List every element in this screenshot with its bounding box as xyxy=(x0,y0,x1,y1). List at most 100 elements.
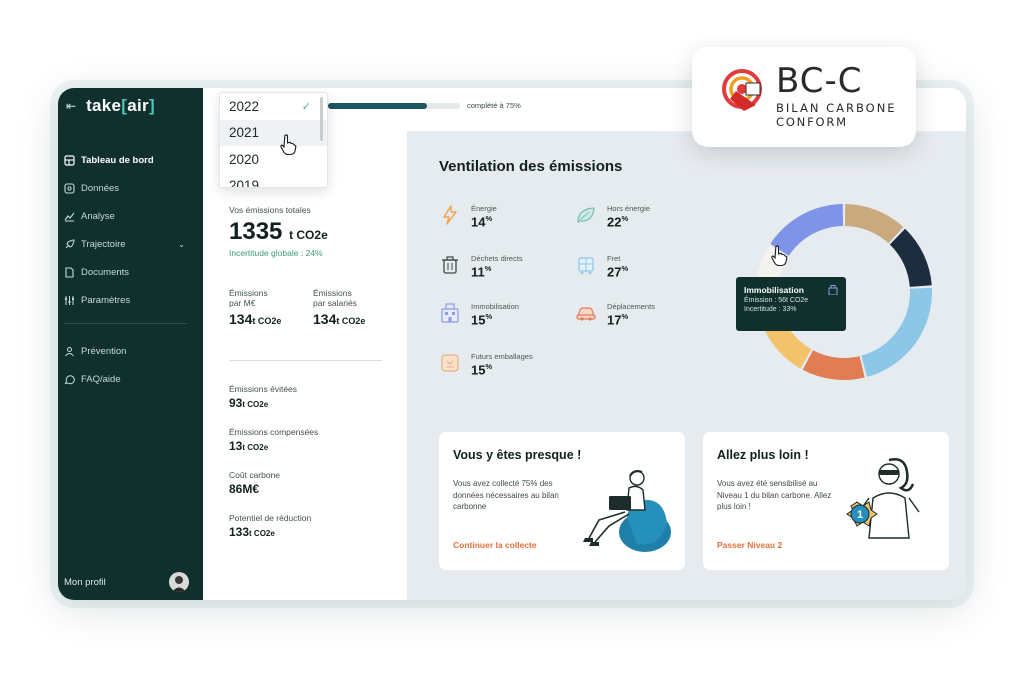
person-laptop-illustration xyxy=(583,470,671,552)
sidebar-item-faq[interactable]: FAQ/aide xyxy=(58,365,203,393)
continue-collection-link[interactable]: Continuer la collecte xyxy=(453,540,537,550)
sidebar-item-label: Tableau de bord xyxy=(81,154,154,166)
next-level-link[interactable]: Passer Niveau 2 xyxy=(717,540,782,550)
category-futurs-emballages[interactable]: Futurs emballages 15% xyxy=(439,352,569,377)
car-icon xyxy=(576,307,596,321)
donut-slice-d-chets-directs[interactable] xyxy=(889,228,932,287)
lightning-icon xyxy=(443,205,457,225)
tooltip-emission: Émission : 56t CO2e xyxy=(744,297,809,304)
avoided-emissions: Émissions évitées 93t CO2e xyxy=(229,384,298,410)
document-icon xyxy=(64,266,75,278)
building-icon xyxy=(441,303,459,323)
summary-column: 2022 ✓ 2021 2020 2019 Vos émissions tota… xyxy=(203,88,407,600)
year-option[interactable]: 2022 ✓ xyxy=(220,93,327,120)
divider xyxy=(229,360,382,361)
trash-icon xyxy=(442,256,458,274)
collection-progress-bar xyxy=(328,103,460,109)
sidebar-item-label: Paramètres xyxy=(81,294,131,306)
category-dechets[interactable]: Déchets directs 11% xyxy=(439,254,569,279)
sidebar-item-label: Prévention xyxy=(81,345,127,357)
dropdown-scrollbar[interactable] xyxy=(320,97,323,141)
avatar[interactable] xyxy=(169,572,189,592)
donut-slice-d-placements[interactable] xyxy=(802,350,865,380)
tooltip-title: Immobilisation xyxy=(744,285,804,295)
sidebar-item-donnees[interactable]: Données xyxy=(58,174,203,202)
offset-emissions: Émissions compensées 13t CO2e xyxy=(229,427,319,453)
emissions-per-employee: Émissions par salariés 134t CO2e xyxy=(313,288,366,327)
card-title: Allez plus loin ! xyxy=(717,448,809,462)
sidebar-nav: Tableau de bord Données Analyse Trajecto… xyxy=(58,146,203,393)
card-text: Vous avez collecté 75% des données néces… xyxy=(453,479,559,511)
logo: take[air] xyxy=(86,96,155,115)
category-fret[interactable]: Fret 27% xyxy=(575,254,705,279)
leaf-icon xyxy=(577,207,595,223)
freight-icon xyxy=(578,257,594,275)
card-collection: Vous y êtes presque ! Vous avez collecté… xyxy=(439,432,685,570)
tooltip-uncertainty: Incertitude : 33% xyxy=(744,306,797,313)
data-icon xyxy=(64,182,75,194)
progress-fill xyxy=(328,103,427,109)
sidebar-item-tableau-de-bord[interactable]: Tableau de bord xyxy=(58,146,203,174)
hand-cursor-icon xyxy=(771,245,788,267)
profile[interactable]: Mon profil xyxy=(64,572,189,592)
category-immobilisation[interactable]: Immobilisation 15% xyxy=(439,302,569,327)
certification-line2: CONFORM xyxy=(776,115,848,129)
card-text: Vous avez été sensibilisé au Niveau 1 du… xyxy=(717,479,832,511)
card-level: Allez plus loin ! Vous avez été sensibil… xyxy=(703,432,949,570)
sidebar-item-label: FAQ/aide xyxy=(81,373,121,385)
certification-badge: BC-C BILAN CARBONE CONFORM xyxy=(692,47,916,147)
chart-icon xyxy=(64,211,75,222)
sidebar-item-prevention[interactable]: Prévention xyxy=(58,337,203,365)
chevron-down-icon[interactable]: ⌄ xyxy=(178,240,185,249)
sidebar-item-label: Analyse xyxy=(81,210,115,222)
sidebar-item-analyse[interactable]: Analyse xyxy=(58,202,203,230)
carbon-cost: Coût carbone 86M€ xyxy=(229,470,281,496)
total-value: 1335 xyxy=(229,218,283,245)
check-icon: ✓ xyxy=(301,100,311,113)
certification-line1: BILAN CARBONE xyxy=(776,101,897,115)
medal-illustration: 1 xyxy=(846,458,920,539)
sidebar-item-parametres[interactable]: Paramètres xyxy=(58,286,203,314)
hand-cursor-icon xyxy=(280,134,297,156)
category-hors-energie[interactable]: Hors énergie 22% xyxy=(575,204,705,229)
year-dropdown[interactable]: 2022 ✓ 2021 2020 2019 xyxy=(219,92,328,188)
total-unit: t CO2e xyxy=(289,228,328,242)
collapse-sidebar-icon[interactable]: ⇤ xyxy=(66,99,76,113)
sidebar-item-trajectoire[interactable]: Trajectoire ⌄ xyxy=(58,230,203,258)
year-option[interactable]: 2020 xyxy=(220,146,327,173)
settings-icon xyxy=(64,295,75,306)
sidebar-item-documents[interactable]: Documents xyxy=(58,258,203,286)
certification-title: BC-C xyxy=(776,61,863,101)
emissions-per-meur: Émissions par M€ 134t CO2e xyxy=(229,288,282,327)
main-panel: Ventilation des émissions Énergie 14% Hor… xyxy=(407,132,966,600)
reduction-potential: Potentiel de réduction 133t CO2e xyxy=(229,513,312,539)
dashboard-icon xyxy=(64,154,75,166)
app-window: ⇤ take[air] Tableau de bord Données Anal… xyxy=(58,88,966,600)
rocket-icon xyxy=(64,238,75,250)
card-title: Vous y êtes presque ! xyxy=(453,448,582,462)
sidebar: ⇤ take[air] Tableau de bord Données Anal… xyxy=(58,88,203,600)
help-icon xyxy=(64,374,75,385)
profile-label: Mon profil xyxy=(64,576,106,588)
ventilation-title: Ventilation des émissions xyxy=(439,158,623,175)
sidebar-item-label: Documents xyxy=(81,266,130,278)
prevention-icon xyxy=(64,346,75,357)
progress-label: complété à 75% xyxy=(467,101,521,110)
category-energie[interactable]: Énergie 14% xyxy=(439,204,569,229)
category-deplacements[interactable]: Déplacements 17% xyxy=(575,302,705,327)
year-option[interactable]: 2019 xyxy=(220,173,327,187)
sidebar-item-label: Trajectoire xyxy=(81,238,126,250)
sidebar-divider xyxy=(64,323,187,324)
building-icon xyxy=(828,285,838,295)
medal-number: 1 xyxy=(857,509,863,521)
brand: ⇤ take[air] xyxy=(66,96,155,116)
year-option[interactable]: 2021 xyxy=(220,119,327,146)
donut-slice-fret[interactable] xyxy=(861,287,932,377)
bilan-carbone-logo-icon xyxy=(722,69,762,111)
package-icon xyxy=(441,354,459,372)
uncertainty-text: Incertitude globale : 24% xyxy=(229,248,323,258)
donut-slice-hors-nergie[interactable] xyxy=(844,204,904,244)
chart-tooltip: Immobilisation Émission : 56t CO2e Incer… xyxy=(736,277,846,331)
total-emissions: Vos émissions totales 1335 t CO2e Incert… xyxy=(229,205,328,258)
sidebar-item-label: Données xyxy=(81,182,120,194)
